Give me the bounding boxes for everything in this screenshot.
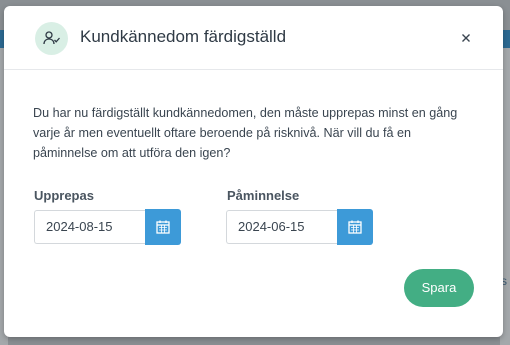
reminder-calendar-button[interactable]	[337, 209, 373, 245]
reminder-label: Påminnelse	[227, 188, 300, 203]
calendar-icon	[156, 220, 170, 234]
repeat-date-input[interactable]: 2024-08-15	[34, 210, 145, 244]
close-icon[interactable]	[456, 28, 476, 48]
calendar-icon	[348, 220, 362, 234]
modal-title: Kundkännedom färdigställd	[80, 27, 287, 46]
repeat-label: Upprepas	[34, 188, 94, 203]
modal-message: Du har nu färdigställt kundkännedomen, d…	[33, 106, 458, 160]
repeat-calendar-button[interactable]	[145, 209, 181, 245]
user-check-icon	[35, 22, 68, 55]
modal-header: Kundkännedom färdigställd	[4, 6, 503, 70]
save-button[interactable]: Spara	[404, 269, 474, 307]
reminder-date-input[interactable]: 2024-06-15	[226, 210, 337, 244]
reminder-modal: Kundkännedom färdigställd Du har nu färd…	[4, 6, 503, 337]
